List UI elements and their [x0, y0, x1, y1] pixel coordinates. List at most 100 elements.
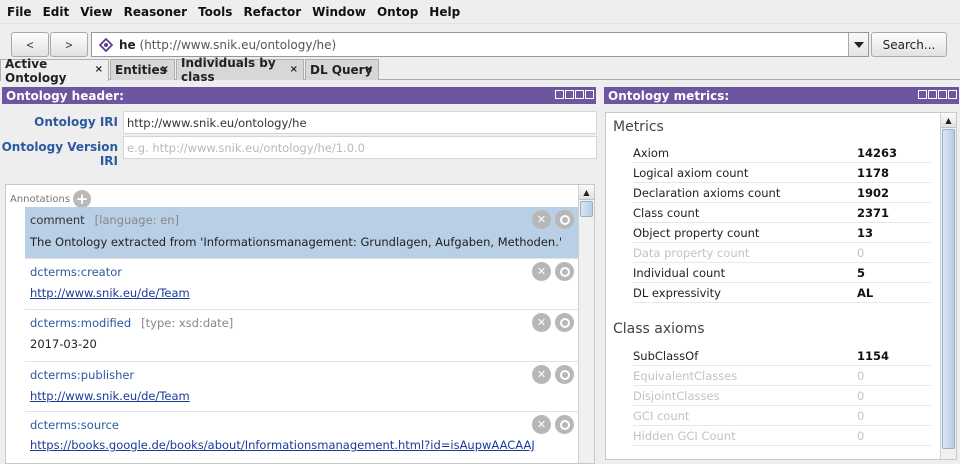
- edit-annotation-icon[interactable]: [555, 365, 574, 384]
- annotation-row[interactable]: comment [language: en] The Ontology extra…: [25, 207, 579, 259]
- annotation-property[interactable]: dcterms:publisher: [30, 368, 134, 382]
- minimize-icon[interactable]: [928, 90, 937, 99]
- tab-label: Entities: [115, 63, 167, 77]
- annotation-row[interactable]: dcterms:creator http://www.snik.eu/de/Te…: [25, 259, 579, 310]
- edit-annotation-icon[interactable]: [555, 415, 574, 434]
- scrollbar-thumb[interactable]: [942, 129, 955, 449]
- annotation-meta: [type: xsd:date]: [141, 316, 234, 330]
- close-icon[interactable]: ×: [290, 64, 298, 75]
- tab-label: DL Query: [310, 63, 373, 77]
- metric-value: 0: [857, 369, 865, 383]
- metric-name: Class count: [633, 206, 700, 220]
- maximize-icon[interactable]: [575, 90, 584, 99]
- close-view-icon[interactable]: [948, 90, 957, 99]
- ontology-iri: (http://www.snik.eu/ontology/he): [139, 37, 337, 52]
- metric-name: Individual count: [633, 266, 726, 280]
- maximize-icon[interactable]: [938, 90, 947, 99]
- close-icon[interactable]: ×: [95, 64, 103, 75]
- metrics-list: Metrics Axiom 14263 Logical axiom count 11…: [605, 112, 957, 460]
- metric-value: AL: [857, 286, 874, 300]
- metric-row: Data property count 0: [633, 243, 931, 263]
- search-button[interactable]: Search...: [871, 32, 947, 57]
- metric-row: Object property count 13: [633, 223, 931, 243]
- menu-bar: File Edit View Reasoner Tools Refactor W…: [0, 0, 960, 24]
- close-icon[interactable]: ×: [365, 64, 373, 75]
- annotation-property[interactable]: dcterms:creator: [30, 265, 122, 279]
- tab-dl-query[interactable]: DL Query ×: [305, 59, 379, 80]
- annotations-header: Annotations +: [10, 190, 92, 208]
- delete-annotation-icon[interactable]: ✕: [532, 365, 551, 384]
- metric-row: Hidden GCI Count 0: [633, 426, 931, 446]
- ontology-icon: [98, 37, 114, 53]
- metric-row: SubClassOf 1154: [633, 346, 931, 366]
- pin-icon[interactable]: [918, 90, 927, 99]
- close-icon[interactable]: ×: [161, 64, 169, 75]
- metric-row: Axiom 14263: [633, 143, 931, 163]
- annotations-scrollbar[interactable]: ▲: [578, 185, 594, 463]
- metric-name: Object property count: [633, 226, 760, 240]
- menu-view[interactable]: View: [76, 5, 119, 19]
- pin-icon[interactable]: [555, 90, 564, 99]
- view-controls: [555, 90, 594, 99]
- annotation-link[interactable]: http://www.snik.eu/de/Team: [30, 389, 190, 403]
- delete-annotation-icon[interactable]: ✕: [532, 313, 551, 332]
- back-button[interactable]: <: [11, 32, 49, 57]
- scrollbar-thumb[interactable]: [580, 201, 593, 217]
- property-name[interactable]: dcterms:modified: [30, 316, 131, 330]
- delete-annotation-icon[interactable]: ✕: [532, 262, 551, 281]
- metric-value: 5: [857, 266, 866, 280]
- tab-individuals-by-class[interactable]: Individuals by class ×: [176, 56, 304, 84]
- metric-row: EquivalentClasses 0: [633, 366, 931, 386]
- annotation-value: 2017-03-20: [30, 337, 97, 351]
- ontology-version-iri-field[interactable]: e.g. http://www.snik.eu/ontology/he/1.0.…: [123, 136, 597, 159]
- add-annotation-icon[interactable]: +: [73, 190, 92, 208]
- metrics-section-title: Metrics: [613, 119, 664, 135]
- annotation-row[interactable]: dcterms:source https://books.google.de/b…: [25, 412, 579, 463]
- metric-value: 2371: [857, 206, 890, 220]
- forward-button[interactable]: >: [50, 32, 88, 57]
- menu-tools[interactable]: Tools: [194, 5, 239, 19]
- edit-annotation-icon[interactable]: [555, 262, 574, 281]
- edit-annotation-icon[interactable]: [555, 210, 574, 229]
- delete-annotation-icon[interactable]: ✕: [532, 415, 551, 434]
- menu-edit[interactable]: Edit: [39, 5, 77, 19]
- annotations-label: Annotations: [10, 193, 71, 205]
- annotation-link[interactable]: https://books.google.de/books/about/Info…: [30, 438, 535, 452]
- dropdown-arrow-icon[interactable]: [848, 33, 868, 56]
- metric-row: Individual count 5: [633, 263, 931, 283]
- panel-title: Ontology header:: [6, 88, 124, 103]
- delete-annotation-icon[interactable]: ✕: [532, 210, 551, 229]
- annotation-row[interactable]: dcterms:modified [type: xsd:date] 2017-03…: [25, 310, 579, 362]
- close-view-icon[interactable]: [585, 90, 594, 99]
- metric-row: Declaration axioms count 1902: [633, 183, 931, 203]
- menu-reasoner[interactable]: Reasoner: [120, 5, 194, 19]
- menu-help[interactable]: Help: [425, 5, 467, 19]
- tab-label: Individuals by class: [181, 56, 276, 84]
- annotation-property: comment [language: en]: [30, 213, 179, 227]
- metric-name: Data property count: [633, 246, 750, 260]
- annotation-property[interactable]: dcterms:source: [30, 418, 119, 432]
- metric-name: Hidden GCI Count: [633, 429, 736, 443]
- ontology-iri-field[interactable]: http://www.snik.eu/ontology/he: [123, 111, 597, 134]
- metrics-scrollbar[interactable]: ▲: [940, 113, 956, 459]
- edit-annotation-icon[interactable]: [555, 313, 574, 332]
- menu-ontop[interactable]: Ontop: [373, 5, 425, 19]
- menu-refactor[interactable]: Refactor: [239, 5, 308, 19]
- annotation-link[interactable]: http://www.snik.eu/de/Team: [30, 286, 190, 300]
- menu-window[interactable]: Window: [308, 5, 373, 19]
- scroll-up-icon[interactable]: ▲: [941, 113, 956, 128]
- annotation-property: dcterms:modified [type: xsd:date]: [30, 316, 233, 330]
- ontology-header-titlebar: Ontology header:: [2, 87, 596, 104]
- workspace-tabs: Active Ontology × Entities × Individuals…: [0, 56, 960, 85]
- menu-file[interactable]: File: [3, 5, 39, 19]
- address-text: he (http://www.snik.eu/ontology/he): [119, 38, 336, 52]
- metric-name: DL expressivity: [633, 286, 721, 300]
- active-ontology-selector[interactable]: he (http://www.snik.eu/ontology/he): [91, 32, 869, 57]
- tab-entities[interactable]: Entities ×: [110, 59, 175, 80]
- minimize-icon[interactable]: [565, 90, 574, 99]
- annotation-row[interactable]: dcterms:publisher http://www.snik.eu/de/…: [25, 362, 579, 412]
- tab-active-ontology[interactable]: Active Ontology ×: [0, 57, 109, 85]
- scroll-up-icon[interactable]: ▲: [579, 185, 594, 200]
- metric-value: 1154: [857, 349, 890, 363]
- metric-row: Logical axiom count 1178: [633, 163, 931, 183]
